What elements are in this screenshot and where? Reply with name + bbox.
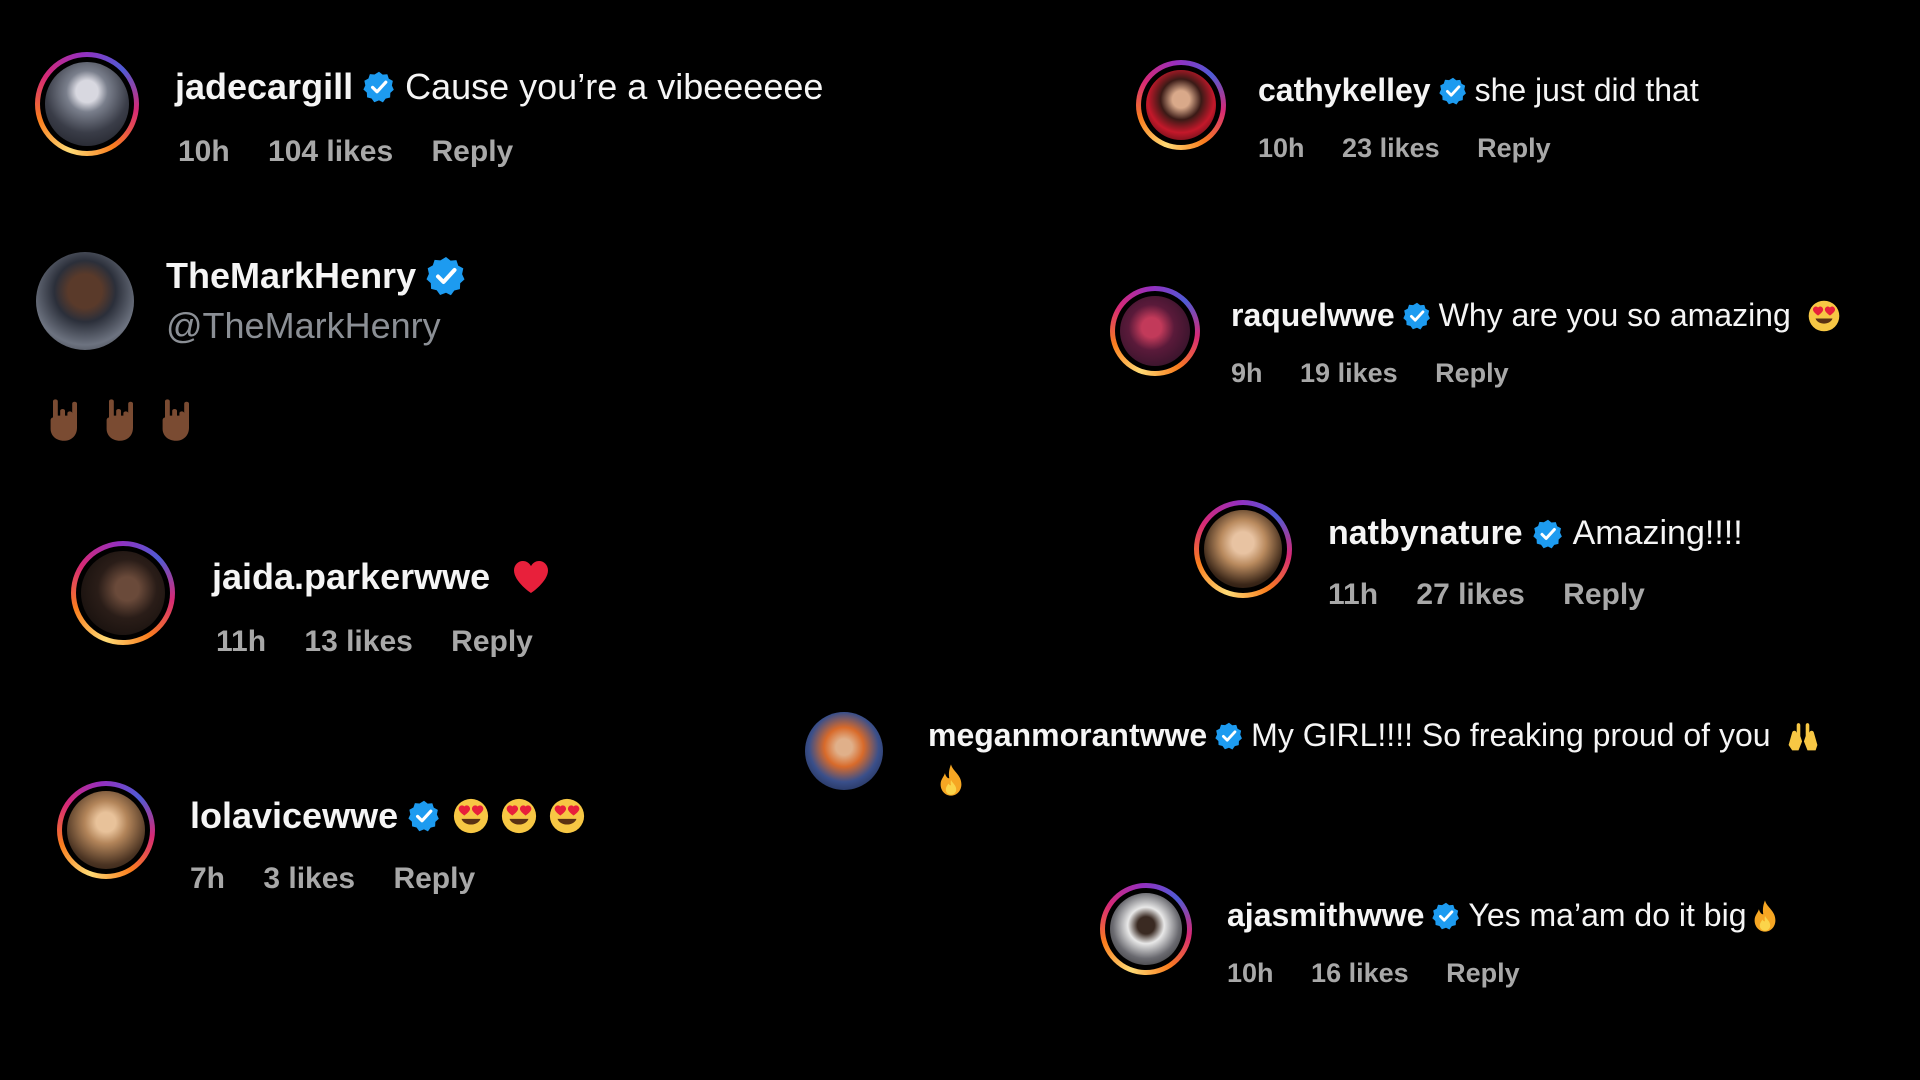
heart-eyes-emoji: [1807, 299, 1841, 333]
heart-eyes-emoji: [452, 797, 490, 835]
comment-time: 11h: [1328, 578, 1379, 611]
tweet-author-handle[interactable]: @TheMarkHenry: [166, 305, 441, 347]
verified-badge-icon: [1439, 77, 1467, 105]
reply-button[interactable]: Reply: [1446, 958, 1520, 988]
avatar[interactable]: [1194, 500, 1292, 598]
comment-time: 10h: [1227, 958, 1274, 988]
avatar[interactable]: [1110, 286, 1200, 376]
username[interactable]: lolavicewwe: [190, 795, 398, 837]
reply-button[interactable]: Reply: [451, 625, 533, 658]
comment-time: 10h: [1258, 133, 1305, 163]
username[interactable]: raquelwwe: [1231, 297, 1395, 334]
fire-emoji: [938, 762, 964, 798]
comment-text: Why are you so amazing: [1438, 297, 1791, 333]
username[interactable]: natbynature: [1328, 514, 1523, 553]
comment-text: My GIRL!!!! So freaking proud of you: [1251, 717, 1771, 753]
sign-of-the-horns-emoji: [157, 394, 197, 442]
comment-time: 7h: [190, 862, 226, 895]
verified-badge-icon: [408, 800, 440, 832]
avatar[interactable]: [1100, 883, 1192, 975]
comment-likes[interactable]: 27 likes: [1416, 578, 1524, 611]
tweet-author-name[interactable]: TheMarkHenry: [166, 255, 416, 297]
tweet-body: [45, 394, 197, 442]
comment-text: she just did that: [1474, 72, 1699, 108]
heart-eyes-emoji: [548, 797, 586, 835]
comment-likes[interactable]: 19 likes: [1300, 358, 1398, 388]
comment-time: 11h: [216, 625, 267, 658]
avatar[interactable]: [1136, 60, 1226, 150]
fire-emoji: [1752, 898, 1778, 934]
comment-text: Amazing!!!!: [1572, 514, 1743, 552]
comment-likes[interactable]: 3 likes: [263, 862, 355, 895]
username[interactable]: ajasmithwwe: [1227, 897, 1424, 934]
avatar[interactable]: [71, 541, 175, 645]
comment-text: Cause you’re a vibeeeeee: [405, 66, 824, 107]
comment-likes[interactable]: 16 likes: [1311, 958, 1409, 988]
avatar[interactable]: [35, 52, 139, 156]
verified-badge-icon: [1432, 902, 1460, 930]
sign-of-the-horns-emoji: [101, 394, 141, 442]
heart-eyes-emoji: [500, 797, 538, 835]
verified-badge-icon: [1533, 519, 1563, 549]
username[interactable]: cathykelley: [1258, 72, 1431, 109]
avatar[interactable]: [36, 252, 134, 350]
comment-time: 9h: [1231, 358, 1263, 388]
username[interactable]: jaida.parkerwwe: [212, 556, 490, 598]
raised-hands-emoji: [1785, 718, 1821, 754]
comment-time: 10h: [178, 135, 230, 168]
comment-likes[interactable]: 13 likes: [304, 625, 412, 658]
reply-button[interactable]: Reply: [432, 135, 514, 168]
sign-of-the-horns-emoji: [45, 394, 85, 442]
reply-button[interactable]: Reply: [1477, 133, 1551, 163]
reply-button[interactable]: Reply: [1435, 358, 1509, 388]
comment-text: Yes ma’am do it big: [1468, 897, 1747, 933]
comment-likes[interactable]: 104 likes: [268, 135, 393, 168]
verified-badge-icon: [1215, 722, 1243, 750]
username[interactable]: meganmorantwwe: [928, 717, 1207, 754]
username[interactable]: jadecargill: [175, 66, 353, 108]
reply-button[interactable]: Reply: [393, 862, 475, 895]
reply-button[interactable]: Reply: [1563, 578, 1645, 611]
verified-badge-icon: [363, 71, 395, 103]
avatar[interactable]: [805, 712, 883, 790]
verified-badge-icon: [1403, 302, 1431, 330]
comment-likes[interactable]: 23 likes: [1342, 133, 1440, 163]
verified-badge-icon: [426, 256, 466, 296]
red-heart-emoji: [512, 560, 550, 594]
avatar[interactable]: [57, 781, 155, 879]
